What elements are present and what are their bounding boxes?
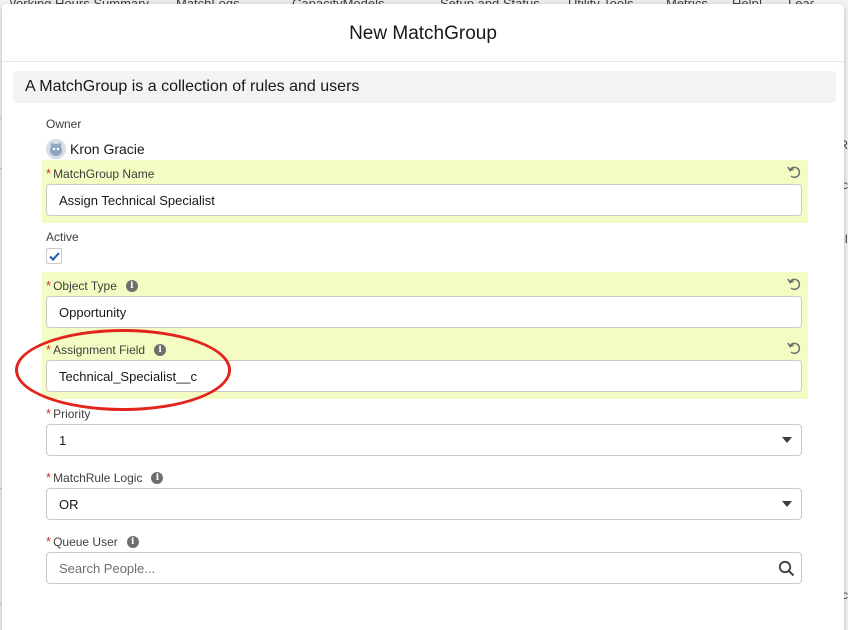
section-heading: A MatchGroup is a collection of rules an…	[25, 78, 360, 95]
priority-label: * Priority	[46, 406, 90, 421]
assignment-field-value: Technical_Specialist__c	[59, 368, 198, 384]
checkmark-icon	[48, 251, 60, 261]
modal-header: New MatchGroup	[2, 4, 844, 62]
matchrule-logic-label-text: MatchRule Logic	[53, 470, 143, 485]
avatar	[46, 139, 66, 159]
search-icon[interactable]	[778, 560, 795, 577]
assignment-field-input[interactable]: Technical_Specialist__c	[46, 360, 802, 392]
owner-value: Kron Gracie	[46, 139, 145, 159]
required-mark: *	[46, 166, 52, 181]
priority-label-text: Priority	[53, 406, 91, 421]
owner-label: Owner	[46, 117, 81, 131]
info-icon[interactable]: i	[126, 535, 139, 548]
required-mark: *	[46, 406, 52, 421]
required-mark: *	[46, 470, 52, 485]
object-type-input[interactable]: Opportunity	[46, 296, 802, 328]
queue-user-label-text: Queue User	[53, 534, 118, 549]
matchgroup-name-input[interactable]: Assign Technical Specialist	[46, 184, 802, 216]
matchrule-logic-value: OR	[59, 496, 79, 512]
object-type-label: * Object Type i	[46, 278, 138, 293]
matchrule-logic-select[interactable]: OR	[46, 488, 802, 520]
undo-icon[interactable]	[786, 164, 802, 180]
priority-select[interactable]: 1	[46, 424, 802, 456]
active-label: Active	[46, 230, 79, 244]
name-label-text: MatchGroup Name	[53, 166, 155, 181]
priority-value: 1	[59, 432, 67, 448]
assignment-field-label-text: Assignment Field	[53, 342, 146, 357]
section-header: A MatchGroup is a collection of rules an…	[13, 71, 836, 103]
owner-name[interactable]: Kron Gracie	[70, 141, 145, 157]
chevron-down-icon	[782, 437, 792, 443]
required-mark: *	[46, 534, 52, 549]
required-mark: *	[46, 278, 52, 293]
queue-user-placeholder: Search People...	[59, 560, 156, 576]
active-label-text: Active	[46, 230, 79, 244]
info-icon[interactable]: i	[151, 471, 164, 484]
new-matchgroup-modal: New MatchGroup A MatchGroup is a collect…	[2, 4, 844, 630]
owner-label-text: Owner	[46, 117, 82, 131]
object-type-label-text: Object Type	[53, 278, 117, 293]
name-label: * MatchGroup Name	[46, 166, 154, 181]
queue-user-label: * Queue User i	[46, 534, 139, 549]
assignment-field-label: * Assignment Field i	[46, 342, 167, 357]
undo-icon[interactable]	[786, 276, 802, 292]
queue-user-search-input[interactable]: Search People...	[46, 552, 802, 584]
info-icon[interactable]: i	[154, 343, 167, 356]
chevron-down-icon	[782, 501, 792, 507]
matchrule-logic-label: * MatchRule Logic i	[46, 470, 164, 485]
modal-title: New MatchGroup	[349, 22, 497, 44]
required-mark: *	[46, 342, 52, 357]
undo-icon[interactable]	[786, 340, 802, 356]
active-checkbox[interactable]	[46, 248, 62, 264]
matchgroup-name-value: Assign Technical Specialist	[59, 192, 215, 208]
object-type-value: Opportunity	[59, 304, 127, 320]
info-icon[interactable]: i	[125, 279, 138, 292]
